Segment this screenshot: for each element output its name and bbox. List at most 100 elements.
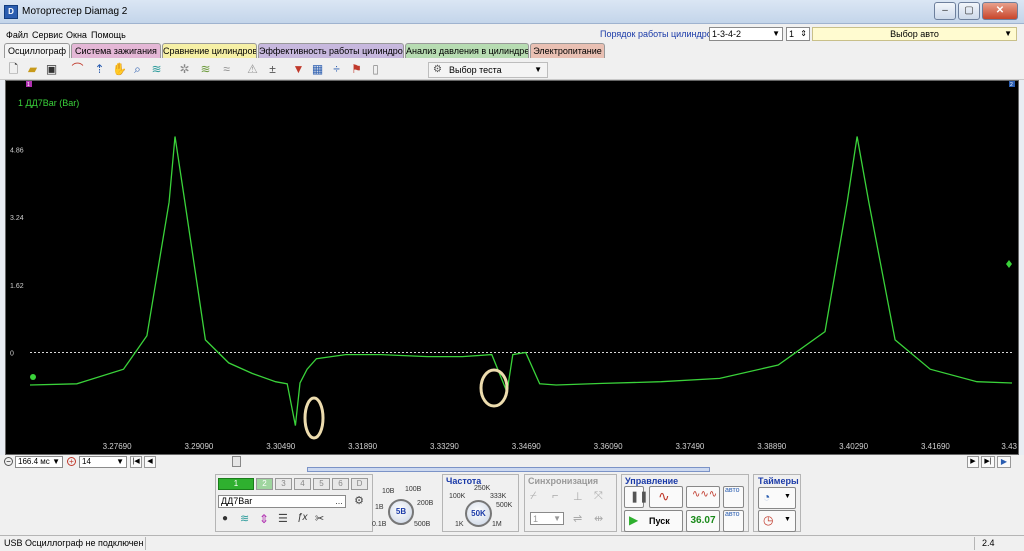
tab-cylinder-compare[interactable]: Сравнение цилиндров	[162, 43, 257, 58]
pause-button[interactable]: ❚❚	[624, 486, 648, 508]
channel-button-1[interactable]: 1	[218, 478, 254, 490]
document-icon[interactable]: ▯	[368, 62, 383, 77]
timer-button-1[interactable]: ◔ ▼	[758, 487, 796, 509]
sync-auto-icon[interactable]: ⤧	[594, 490, 603, 503]
chevron-down-icon: ▼	[116, 457, 124, 466]
split-icon[interactable]: ÷	[329, 62, 344, 77]
table-icon[interactable]: ▦	[310, 62, 325, 77]
tab-oscilloscope[interactable]: Осциллограф	[4, 43, 70, 58]
timeline-slider-thumb[interactable]	[232, 456, 241, 467]
tools-icon[interactable]: ✂	[315, 512, 329, 526]
test-select[interactable]: ⚙ Выбор теста ▼	[428, 62, 548, 78]
cylinder-number-spinner[interactable]: 1 ⇕	[786, 27, 810, 41]
play-button[interactable]: ▶	[997, 456, 1011, 468]
minimize-button[interactable]: –	[934, 2, 956, 20]
voltage-tick-100v: 100В	[405, 486, 422, 493]
frequency-tick-1k: 1K	[455, 521, 464, 528]
channel-button-6[interactable]: 6	[332, 478, 349, 490]
start-button[interactable]: ▶ Пуск	[624, 510, 683, 532]
y-tick-label: 4.86	[10, 147, 24, 154]
sensor-icon[interactable]: ⚙	[352, 494, 366, 508]
horizontal-scrollbar[interactable]	[307, 467, 710, 472]
cursor-icon[interactable]: ⇡	[92, 62, 107, 77]
close-button[interactable]: ✕	[982, 2, 1018, 20]
x-tick-label: 3.37490	[675, 442, 704, 451]
new-file-icon[interactable]: 🗋	[6, 62, 21, 77]
channel-button-5[interactable]: 5	[313, 478, 330, 490]
zoom-out-icon[interactable]: −	[4, 457, 13, 466]
oscilloscope-plot[interactable]: 4.86 3.24 1.62 0 3.27690 3.29090 3.30490 3.318…	[5, 80, 1019, 455]
lines-icon[interactable]: ☰	[278, 512, 292, 526]
sensor-name-input[interactable]: ДД7Bar…	[218, 495, 346, 508]
timer-button-2[interactable]: ◷ ▼	[758, 510, 796, 532]
car-select[interactable]: Выбор авто ▼	[812, 27, 1017, 41]
zero-marker-right[interactable]	[1006, 260, 1012, 268]
sync-channel-select[interactable]: 1 ▼	[530, 512, 564, 525]
filter-icon[interactable]: ≋	[149, 62, 164, 77]
timebase-select[interactable]: 166.4 мс ▼	[15, 456, 63, 468]
chevron-down-icon: ▼	[772, 29, 780, 38]
frequency-knob[interactable]: 50K	[465, 500, 492, 527]
x-tick-label: 3.43	[1001, 442, 1017, 451]
x-tick-label: 3.27690	[103, 442, 132, 451]
tab-pressure-analysis[interactable]: Анализ давления в цилиндре	[405, 43, 529, 58]
stack-icon[interactable]: ≈	[219, 62, 234, 77]
menu-windows[interactable]: Окна	[66, 30, 87, 40]
step-back-button[interactable]: ◀	[144, 456, 156, 468]
step-forward-button[interactable]: ▶	[967, 456, 979, 468]
maximize-button[interactable]: ▢	[958, 2, 980, 20]
warning-icon[interactable]: ⚠	[245, 62, 260, 77]
zero-marker-left[interactable]	[30, 374, 36, 380]
skip-start-button[interactable]: |◀	[130, 456, 142, 468]
zero-icon[interactable]: ±	[265, 62, 280, 77]
x-tick-label: 3.31890	[348, 442, 377, 451]
sync-offset-icon[interactable]: ⇹	[594, 512, 603, 525]
trigger-icon[interactable]: ⌒	[70, 62, 85, 77]
frequency-tick-1m: 1M	[492, 521, 502, 528]
menu-file[interactable]: Файл	[6, 30, 28, 40]
tab-cylinder-efficiency[interactable]: Эффективность работы цилиндров	[258, 43, 404, 58]
vertical-shift-icon[interactable]: ⇕	[259, 512, 273, 526]
frequency-tick-250k: 250K	[474, 485, 491, 492]
save-icon[interactable]: ▣	[44, 62, 59, 77]
wave-filter-icon[interactable]: ≋	[240, 512, 254, 526]
spark-icon[interactable]: ✲	[177, 62, 192, 77]
cursor-marker-2-label: 2	[1010, 82, 1013, 88]
channel-button-2[interactable]: 2	[256, 478, 273, 490]
zoom-icon[interactable]: ⌕	[130, 62, 145, 77]
chevron-down-icon: ▼	[534, 65, 542, 74]
probe-icon[interactable]: ●	[222, 513, 234, 525]
auto-play-button[interactable]: авто	[723, 510, 744, 532]
zoom-in-icon[interactable]: +	[67, 457, 76, 466]
funnel-icon[interactable]: ▼	[291, 62, 306, 77]
cylinder-order-select[interactable]: 1-3-4-2 ▼	[709, 27, 783, 41]
x-tick-label: 3.36090	[594, 442, 623, 451]
skip-end-button[interactable]: ▶|	[981, 456, 995, 468]
sync-fall-icon[interactable]: ⌐	[552, 490, 558, 502]
sync-level-icon[interactable]: ⇌	[573, 512, 582, 525]
channel-label: 1 ДД7Bar (Bar)	[18, 98, 80, 108]
hand-icon[interactable]: ✋	[112, 62, 127, 77]
overlay-icon[interactable]: ≋	[198, 62, 213, 77]
tab-power[interactable]: Электропитание	[530, 43, 605, 58]
menu-service[interactable]: Сервис	[32, 30, 63, 40]
channel-button-d[interactable]: D	[351, 478, 368, 490]
voltage-knob[interactable]: 5В	[388, 499, 414, 525]
multi-wave-button[interactable]: ∿∿∿	[686, 486, 720, 508]
sync-pulse-icon[interactable]: ⊥	[573, 490, 583, 503]
x-tick-label: 3.33290	[430, 442, 459, 451]
open-folder-icon[interactable]: ▰	[25, 62, 40, 77]
voltage-tick-01v: 0.1В	[372, 521, 387, 528]
menu-help[interactable]: Помощь	[91, 30, 126, 40]
single-wave-button[interactable]: ∿	[649, 486, 683, 508]
sync-rise-icon[interactable]: ⌿	[530, 490, 537, 503]
channel-button-4[interactable]: 4	[294, 478, 311, 490]
frame-count-select[interactable]: 14 ▼	[79, 456, 127, 468]
tab-ignition[interactable]: Система зажигания	[71, 43, 161, 58]
channel-button-3[interactable]: 3	[275, 478, 292, 490]
auto-timer-button[interactable]: авто	[723, 486, 744, 508]
marker-icon[interactable]: ⚑	[349, 62, 364, 77]
function-icon[interactable]: ƒx	[297, 512, 311, 526]
ellipsis-icon: …	[335, 497, 343, 506]
chevron-down-icon: ▼	[52, 457, 60, 466]
